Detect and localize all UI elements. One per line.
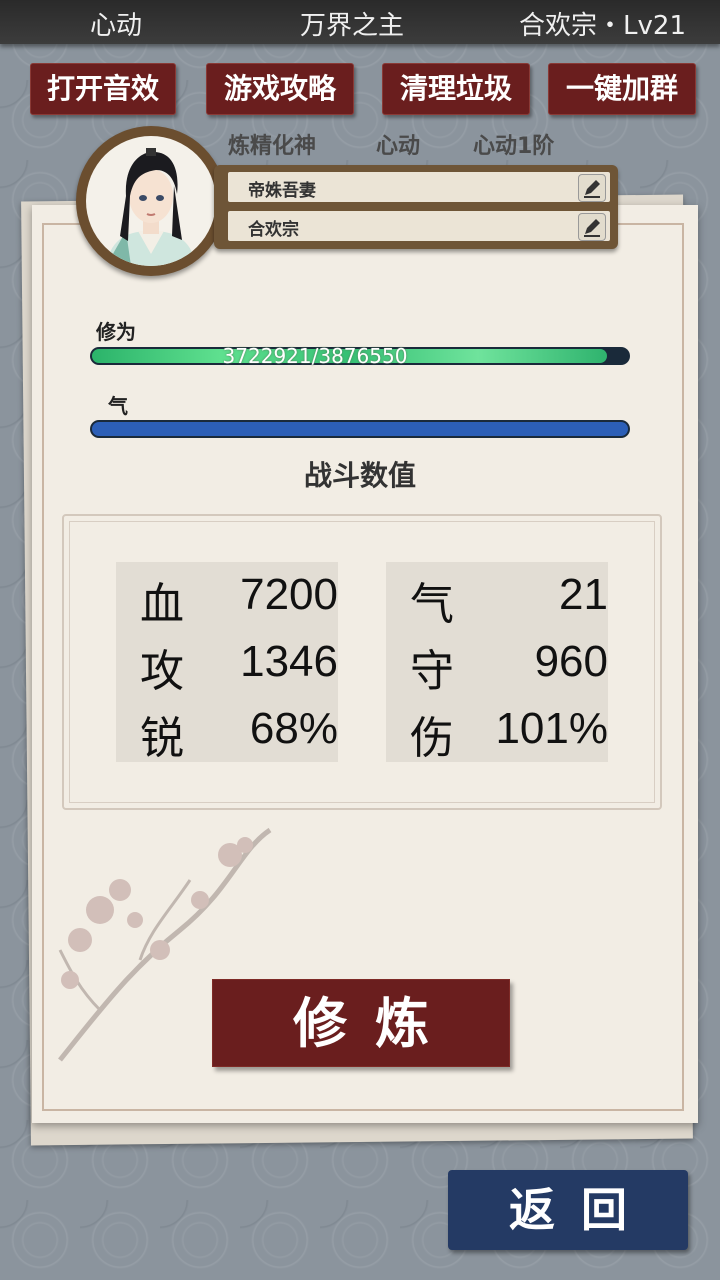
stat-row-qi: 气 21 xyxy=(386,562,608,630)
edit-title-button[interactable] xyxy=(578,174,606,202)
character-portrait-icon xyxy=(106,148,196,266)
cultivation-label: 修为 xyxy=(96,320,136,344)
stat-row-defense: 守 960 xyxy=(386,629,608,697)
realm-level: 心动1阶 xyxy=(473,134,555,159)
stat-value-damage: 101% xyxy=(495,704,608,753)
character-avatar[interactable] xyxy=(86,136,216,266)
stat-value-qi: 21 xyxy=(559,570,608,619)
cultivation-progress-text: 3722921/3876550 xyxy=(222,344,408,368)
profile-name-panel: 帝姝吾妻 合欢宗 xyxy=(214,165,618,249)
stat-value-hp: 7200 xyxy=(240,570,338,619)
realm-stage: 炼精化神 xyxy=(228,134,317,159)
pencil-icon xyxy=(584,180,600,198)
clean-cache-button[interactable]: 清理垃圾 xyxy=(382,63,530,115)
open-sound-button[interactable]: 打开音效 xyxy=(30,63,176,115)
game-guide-button[interactable]: 游戏攻略 xyxy=(206,63,354,115)
pencil-icon xyxy=(584,219,600,237)
stat-row-sharpness: 锐 68% xyxy=(116,696,338,764)
stats-right-box: 气 21 守 960 伤 101% xyxy=(386,562,608,764)
sect-level-label: 合欢宗・Lv21 xyxy=(519,11,686,41)
character-title: 帝姝吾妻 xyxy=(248,181,316,201)
stat-key-hp: 血 xyxy=(140,579,184,630)
edit-sect-button[interactable] xyxy=(578,213,606,241)
title-row: 帝姝吾妻 xyxy=(228,172,610,202)
combat-stats-title: 战斗数值 xyxy=(303,459,416,492)
stat-value-sharpness: 68% xyxy=(249,704,338,753)
sect-row: 合欢宗 xyxy=(228,211,610,241)
stat-key-attack: 攻 xyxy=(140,646,184,697)
cultivate-button[interactable]: 修炼 xyxy=(212,979,510,1067)
qi-bar xyxy=(90,420,630,438)
stat-value-attack: 1346 xyxy=(240,637,338,686)
stats-left-box: 血 7200 攻 1346 锐 68% xyxy=(116,562,338,764)
stat-row-hp: 血 7200 xyxy=(116,562,338,630)
realm-name: 心动 xyxy=(376,134,421,159)
top-status-bar: 心动 万界之主 合欢宗・Lv21 xyxy=(0,0,720,44)
qi-bar-fill xyxy=(92,422,628,436)
stat-key-sharpness: 锐 xyxy=(140,713,184,764)
back-button[interactable]: 返回 xyxy=(448,1170,688,1250)
stat-row-attack: 攻 1346 xyxy=(116,629,338,697)
stat-key-defense: 守 xyxy=(410,646,454,697)
stat-value-defense: 960 xyxy=(534,637,608,686)
game-title: 万界之主 xyxy=(300,11,405,41)
top-left-label: 心动 xyxy=(90,11,143,41)
stat-key-damage: 伤 xyxy=(410,713,454,764)
character-sect: 合欢宗 xyxy=(248,220,299,240)
stat-row-damage: 伤 101% xyxy=(386,696,608,764)
qi-label: 气 xyxy=(108,394,128,418)
join-group-button[interactable]: 一键加群 xyxy=(548,63,696,115)
stat-key-qi: 气 xyxy=(410,579,454,630)
